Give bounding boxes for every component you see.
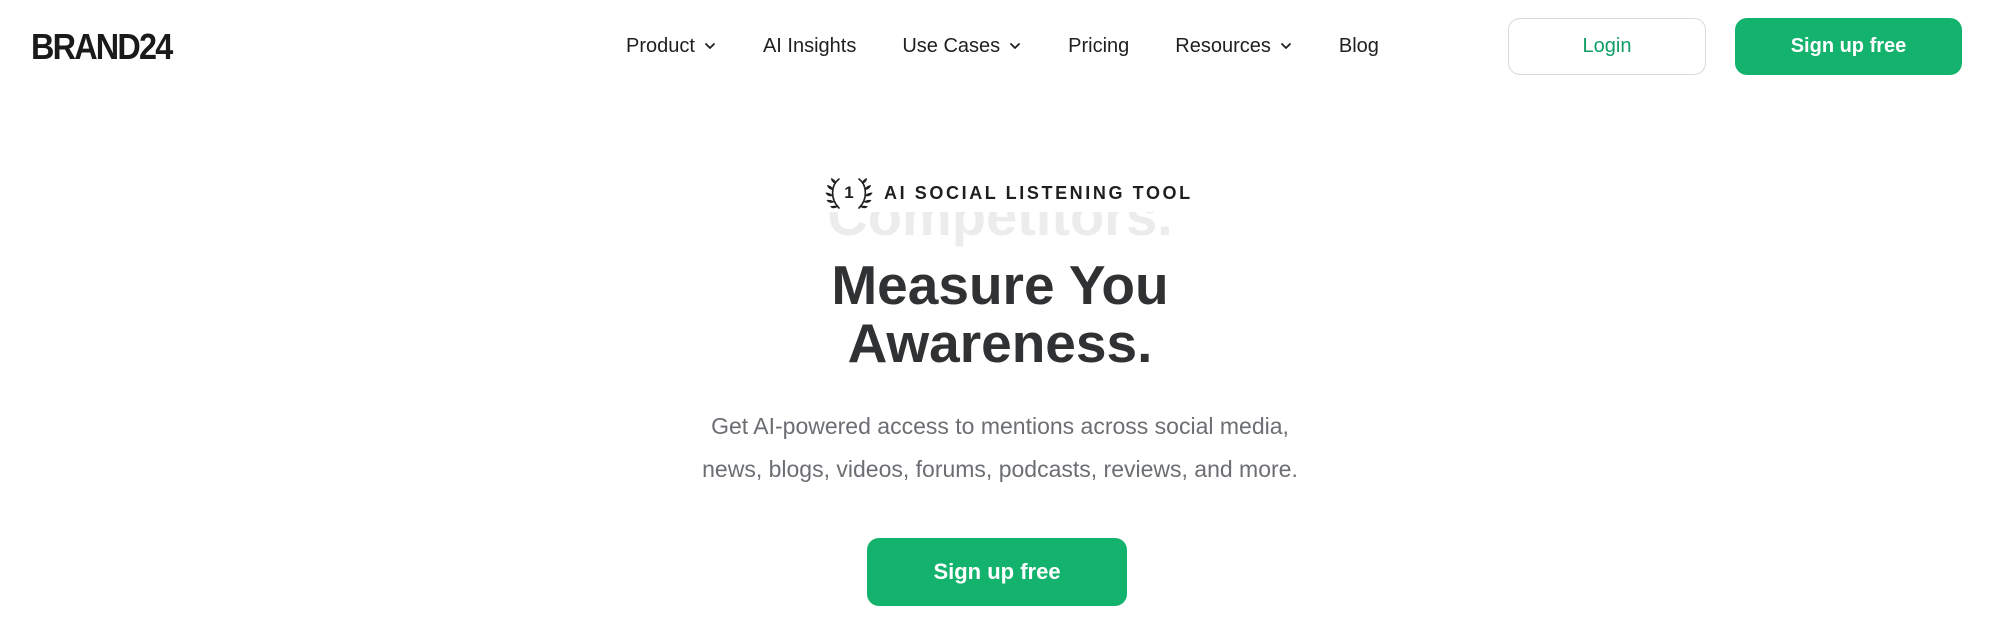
badge-text: AI SOCIAL LISTENING TOOL: [884, 182, 1193, 203]
login-button[interactable]: Login: [1508, 18, 1706, 75]
chevron-down-icon: [1008, 39, 1022, 53]
nav-item-label: Blog: [1338, 34, 1379, 57]
nav-item-blog[interactable]: Blog: [1339, 35, 1379, 58]
nav-item-ai-insights[interactable]: AI Insights: [763, 35, 856, 58]
nav-item-label: Resources: [1175, 34, 1271, 57]
nav-item-label: Pricing: [1068, 34, 1130, 57]
nav-item-pricing[interactable]: Pricing: [1068, 35, 1129, 58]
award-badge: 1 AI SOCIAL LISTENING TOOL: [825, 175, 1193, 211]
nav-item-resources[interactable]: Resources: [1175, 35, 1293, 58]
chevron-down-icon: [703, 39, 717, 53]
chevron-down-icon: [1279, 39, 1293, 53]
headline-line-2: Awareness.: [847, 312, 1153, 374]
subtext-line-1: Get AI-powered access to mentions across…: [711, 413, 1289, 439]
subtext-line-2: news, blogs, videos, forums, podcasts, r…: [702, 456, 1298, 482]
nav-item-label: Product: [626, 34, 695, 57]
brand-logo[interactable]: BRAND24: [31, 27, 173, 67]
site-header: BRAND24 Product AI Insights Use Cases Pr…: [0, 0, 2000, 94]
hero-headline: Measure You Awareness.: [0, 256, 2000, 372]
nav-item-product[interactable]: Product: [626, 35, 717, 58]
badge-rank: 1: [844, 183, 854, 202]
nav-item-use-cases[interactable]: Use Cases: [902, 35, 1022, 58]
signup-button-hero[interactable]: Sign up free: [867, 538, 1127, 606]
laurel-rank-1-icon: 1: [825, 175, 873, 211]
rotating-word-text: Competitors.: [827, 212, 1173, 247]
hero-subtext: Get AI-powered access to mentions across…: [0, 405, 2000, 491]
nav-item-label: AI Insights: [762, 34, 857, 57]
signup-button-header[interactable]: Sign up free: [1735, 18, 1962, 75]
headline-line-1: Measure You: [831, 254, 1169, 316]
main-nav: Product AI Insights Use Cases Pricing Re…: [626, 30, 1379, 62]
rotating-word-fading: Competitors.: [0, 212, 2000, 252]
nav-item-label: Use Cases: [902, 34, 1001, 57]
